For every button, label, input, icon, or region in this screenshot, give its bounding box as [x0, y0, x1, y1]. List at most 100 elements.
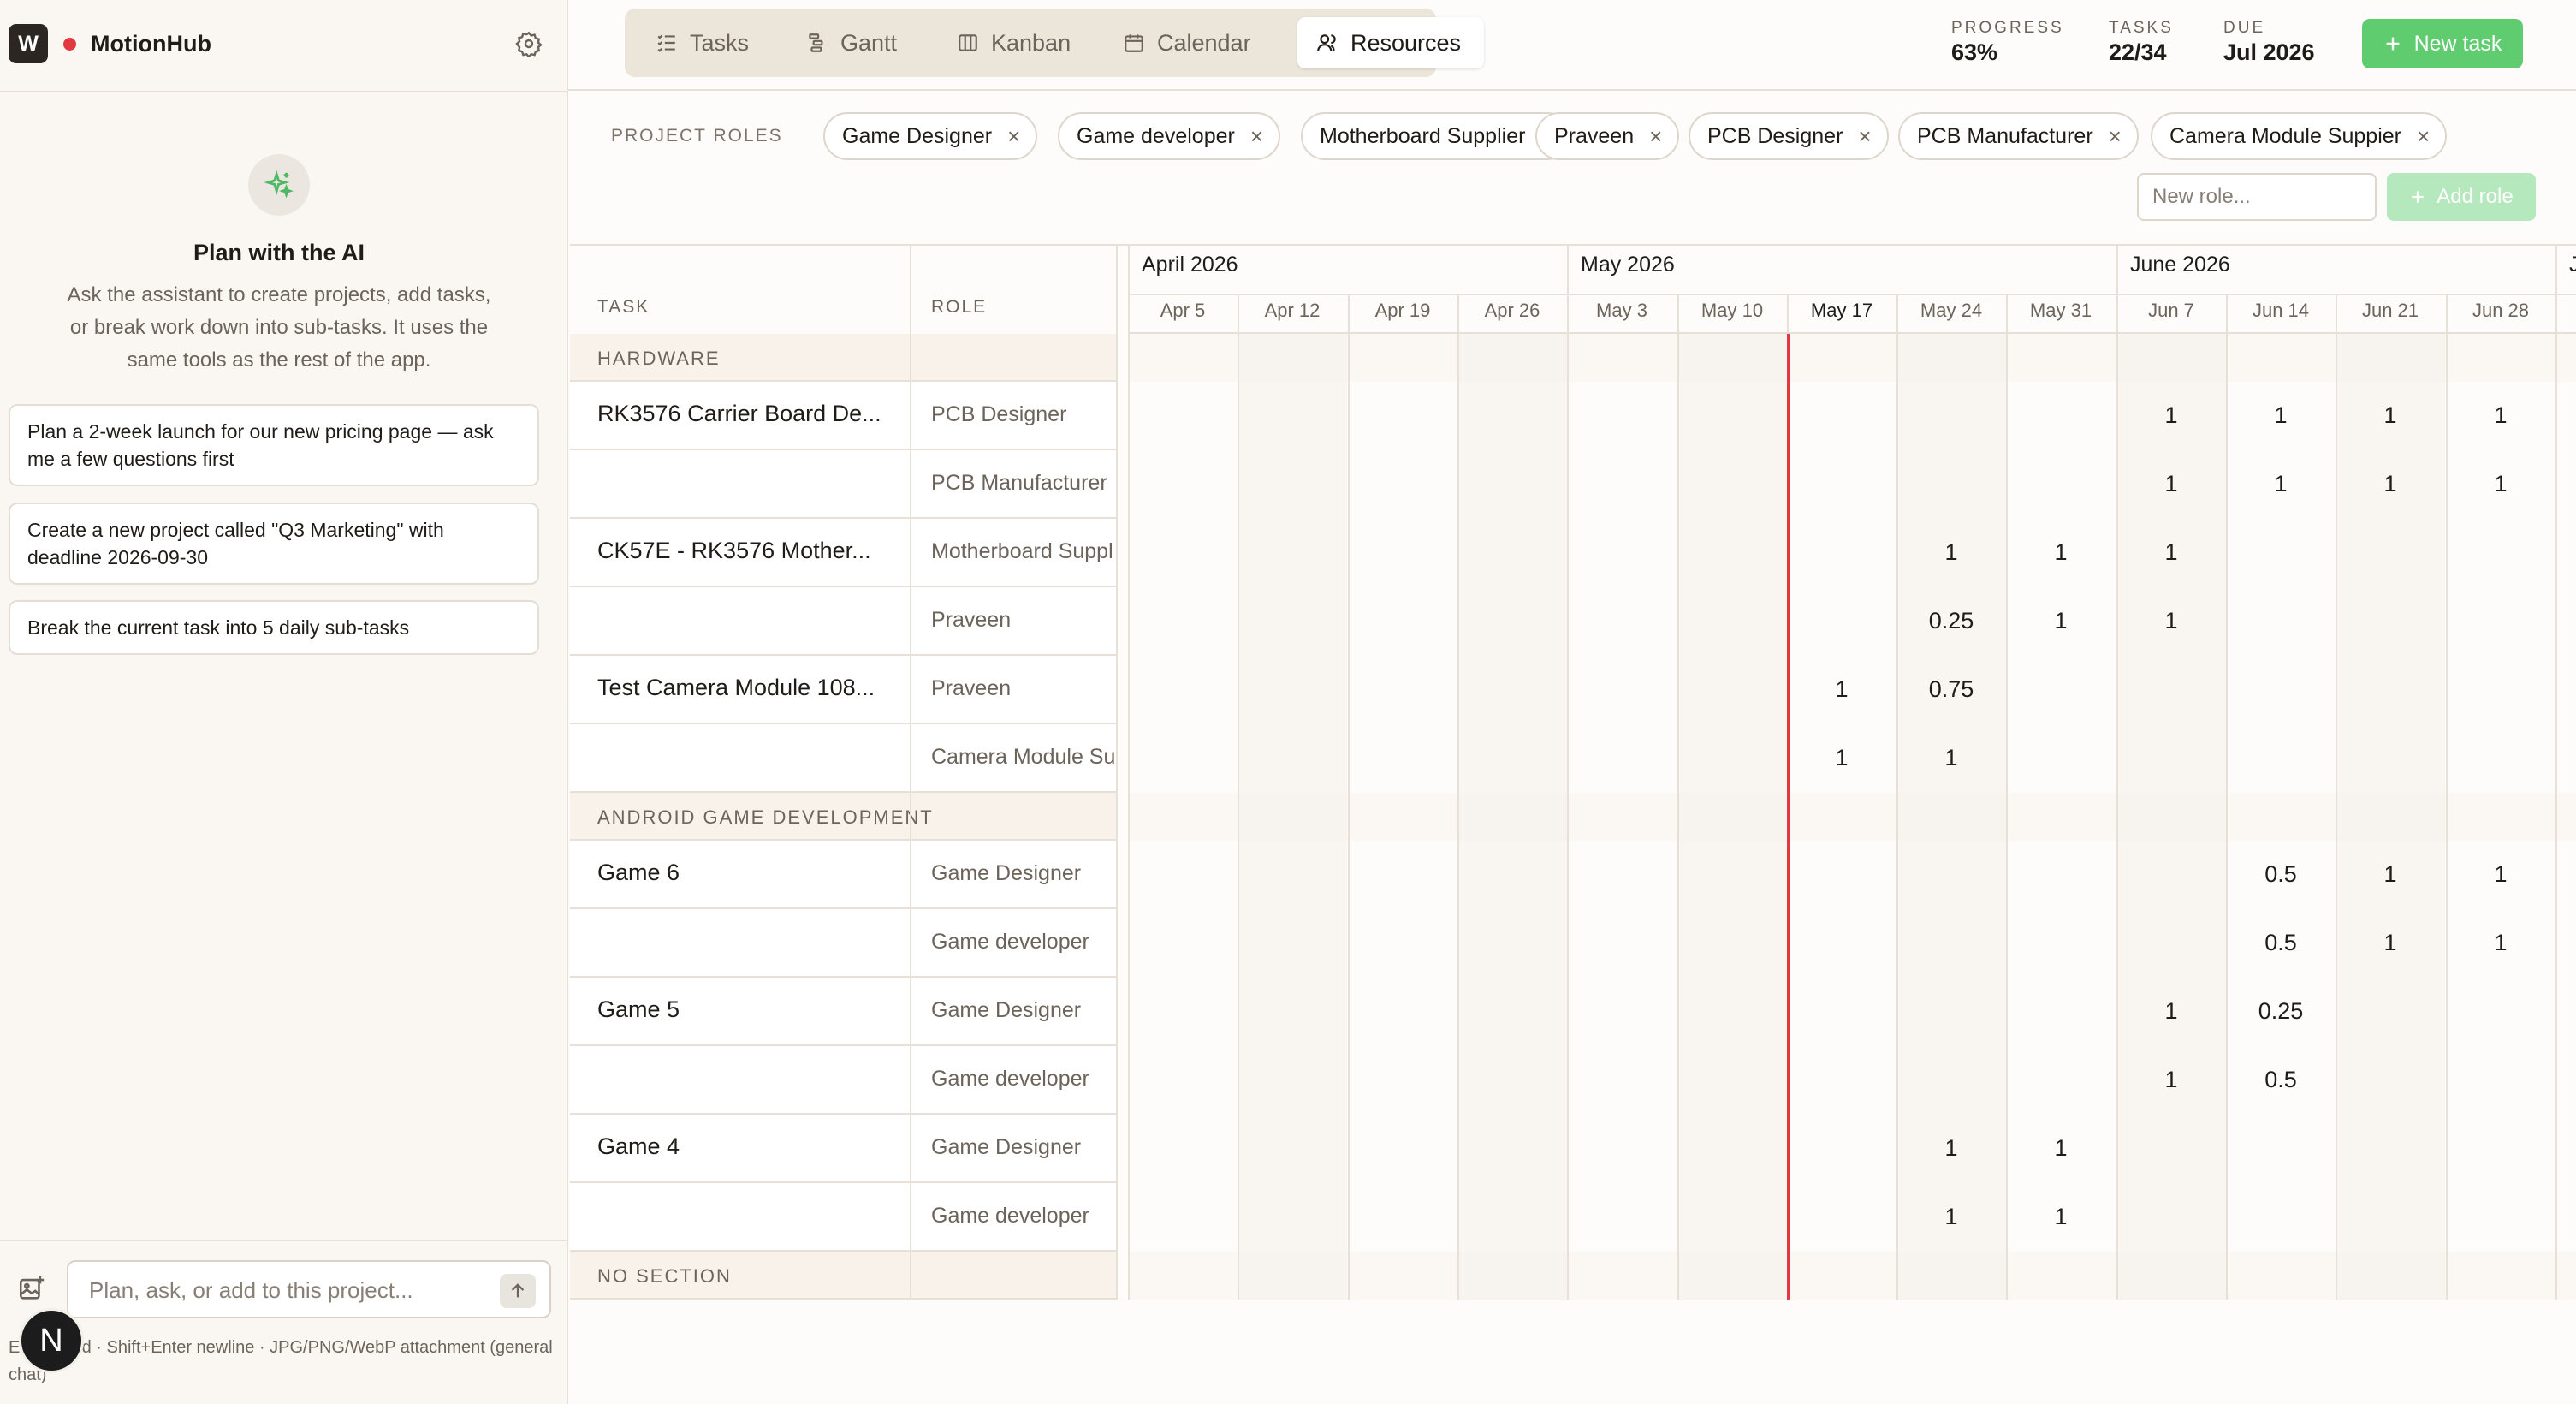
allocation-value[interactable]: 1 — [2006, 1135, 2116, 1162]
gear-icon[interactable] — [515, 30, 543, 59]
ai-panel-title: Plan with the AI — [193, 240, 365, 265]
month-label: J — [2569, 253, 2576, 277]
task-name[interactable]: Game 6 — [597, 860, 905, 886]
gantt-icon — [809, 33, 823, 52]
chat-input[interactable] — [87, 1270, 476, 1310]
allocation-value[interactable]: 1 — [2336, 861, 2445, 888]
task-name[interactable]: RK3576 Carrier Board De... — [597, 401, 905, 427]
allocation-value[interactable]: 0.5 — [2226, 930, 2336, 956]
allocation-value[interactable]: 0.5 — [2226, 1067, 2336, 1093]
month-divider — [1128, 244, 1130, 295]
user-avatar[interactable]: N — [19, 1308, 84, 1373]
allocation-value[interactable]: 1 — [2446, 402, 2555, 429]
suggestion-card[interactable]: Create a new project called "Q3 Marketin… — [9, 503, 539, 585]
allocation-value[interactable]: 1 — [2116, 471, 2226, 497]
table-row[interactable]: Game developer — [570, 1046, 1118, 1115]
week-shade — [1679, 334, 1787, 1300]
allocation-value[interactable]: 1 — [2116, 1067, 2226, 1093]
allocation-value[interactable]: 0.5 — [2226, 861, 2336, 888]
table-row[interactable]: CK57E - RK3576 Mother... Motherboard Supp… — [570, 519, 1118, 587]
allocation-value[interactable]: 1 — [2336, 471, 2445, 497]
add-role-label: Add role — [2437, 185, 2514, 208]
task-name[interactable]: CK57E - RK3576 Mother... — [597, 538, 905, 564]
close-icon[interactable]: × — [1649, 123, 1662, 150]
allocation-value[interactable]: 1 — [2226, 471, 2336, 497]
week-divider — [1348, 295, 1350, 1300]
table-row[interactable]: RK3576 Carrier Board De... PCB Designer — [570, 382, 1118, 450]
table-row[interactable]: Game developer — [570, 1183, 1118, 1252]
allocation-value[interactable]: 1 — [1896, 539, 2006, 566]
role-column-header: ROLE — [931, 297, 988, 317]
month-label: May 2026 — [1581, 253, 1675, 277]
header-divider — [1128, 294, 2576, 295]
allocation-value[interactable]: 1 — [2116, 539, 2226, 566]
table-row[interactable]: Camera Module Su — [570, 724, 1118, 793]
section-label: NO SECTION — [597, 1265, 732, 1287]
new-task-button[interactable]: New task — [2362, 19, 2523, 68]
allocation-value[interactable]: 1 — [1896, 745, 2006, 771]
week-shade — [1459, 334, 1567, 1300]
table-row[interactable]: Game 6 Game Designer — [570, 841, 1118, 909]
allocation-value[interactable]: 1 — [2116, 608, 2226, 634]
section-header: HARDWARE — [570, 334, 1118, 382]
tab-tasks[interactable]: Tasks — [642, 17, 779, 68]
allocation-value[interactable]: 1 — [1896, 1135, 2006, 1162]
new-role-input[interactable] — [2137, 173, 2377, 221]
table-row[interactable]: PCB Manufacturer — [570, 450, 1118, 519]
week-shade — [1239, 334, 1347, 1300]
month-divider — [1567, 244, 1569, 295]
table-row[interactable]: Game 4 Game Designer — [570, 1115, 1118, 1183]
app-name: MotionHub — [91, 30, 211, 57]
tab-calendar[interactable]: Calendar — [1109, 17, 1277, 68]
add-role-button[interactable]: Add role — [2387, 173, 2536, 221]
allocation-value[interactable]: 1 — [1787, 676, 1896, 703]
week-label: May 24 — [1920, 300, 1983, 321]
allocation-value[interactable]: 1 — [2446, 930, 2555, 956]
allocation-value[interactable]: 1 — [1787, 745, 1896, 771]
close-icon[interactable]: × — [2109, 123, 2122, 150]
image-attach-icon[interactable] — [17, 1274, 46, 1303]
tab-gantt[interactable]: Gantt — [792, 17, 929, 68]
tab-kanban[interactable]: Kanban — [943, 17, 1097, 68]
close-icon[interactable]: × — [2417, 123, 2430, 150]
allocation-value[interactable]: 1 — [2226, 402, 2336, 429]
allocation-value[interactable]: 1 — [2006, 539, 2116, 566]
allocation-value[interactable]: 1 — [2336, 930, 2445, 956]
allocation-value[interactable]: 0.25 — [1896, 608, 2006, 634]
allocation-value[interactable]: 1 — [2446, 861, 2555, 888]
table-row[interactable]: Test Camera Module 108... Praveen — [570, 656, 1118, 724]
brand[interactable]: W MotionHub — [9, 24, 211, 63]
table-row[interactable]: Praveen — [570, 587, 1118, 656]
allocation-value[interactable]: 0.75 — [1896, 676, 2006, 703]
chat-divider — [0, 1240, 568, 1241]
allocation-value[interactable]: 1 — [2006, 608, 2116, 634]
allocation-value[interactable]: 1 — [2116, 998, 2226, 1025]
table-row[interactable]: Game 5 Game Designer — [570, 978, 1118, 1046]
tab-resources[interactable]: Resources — [1297, 17, 1484, 68]
workspace-logo[interactable]: W — [9, 24, 48, 63]
close-icon[interactable]: × — [1858, 123, 1871, 150]
week-label: May 31 — [2029, 300, 2092, 321]
allocation-value[interactable]: 1 — [2116, 402, 2226, 429]
week-divider — [1128, 295, 1130, 1300]
close-icon[interactable]: × — [1007, 123, 1020, 150]
allocation-value[interactable]: 1 — [1896, 1204, 2006, 1230]
allocation-value[interactable]: 1 — [2446, 471, 2555, 497]
table-row[interactable]: Game developer — [570, 909, 1118, 978]
allocation-value[interactable]: 1 — [2006, 1204, 2116, 1230]
allocation-value[interactable]: 1 — [2336, 402, 2445, 429]
calendar-icon — [1125, 34, 1143, 52]
task-name[interactable]: Game 5 — [597, 996, 905, 1023]
role-chip-label: Motherboard Supplier — [1320, 123, 1526, 148]
allocation-value[interactable]: 0.25 — [2226, 998, 2336, 1025]
suggestion-card[interactable]: Break the current task into 5 daily sub-… — [9, 600, 539, 655]
stat-due-value: Jul 2026 — [2223, 39, 2315, 65]
task-name[interactable]: Game 4 — [597, 1133, 905, 1160]
sparkle-icon — [248, 154, 310, 216]
send-button[interactable] — [500, 1274, 536, 1308]
close-icon[interactable]: × — [1250, 123, 1263, 150]
week-label: Jun 7 — [2148, 300, 2194, 321]
suggestion-card[interactable]: Plan a 2-week launch for our new pricing… — [9, 404, 539, 486]
role-name: Game developer — [931, 930, 1089, 954]
task-name[interactable]: Test Camera Module 108... — [597, 675, 905, 701]
